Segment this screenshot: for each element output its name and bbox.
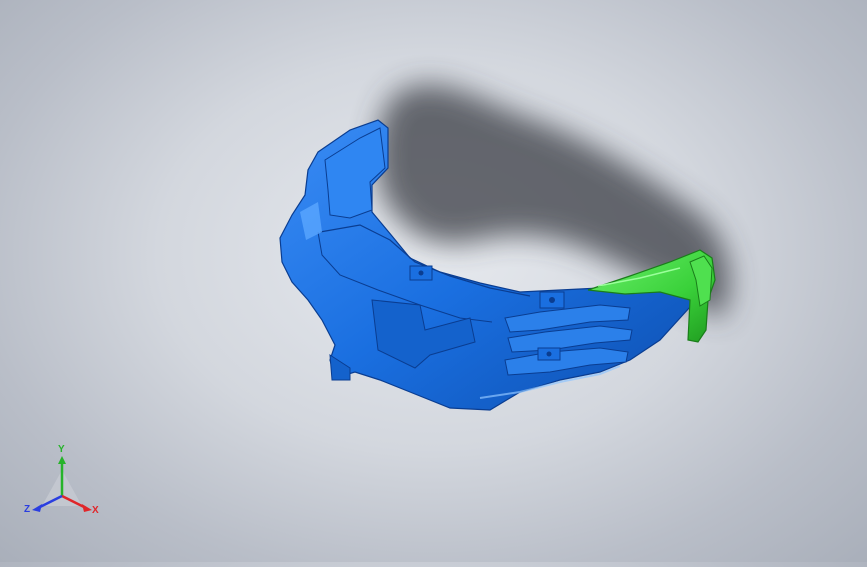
3d-viewport[interactable] — [0, 0, 867, 562]
x-axis-arrow — [82, 504, 92, 512]
z-axis-label: Z — [24, 504, 31, 515]
x-axis-label: X — [92, 505, 99, 516]
y-axis-arrow — [58, 456, 66, 464]
z-axis-arrow — [32, 504, 42, 512]
orientation-triad[interactable]: Y X Z — [22, 444, 106, 522]
y-axis-label: Y — [58, 444, 65, 455]
model-canvas[interactable] — [0, 0, 867, 562]
